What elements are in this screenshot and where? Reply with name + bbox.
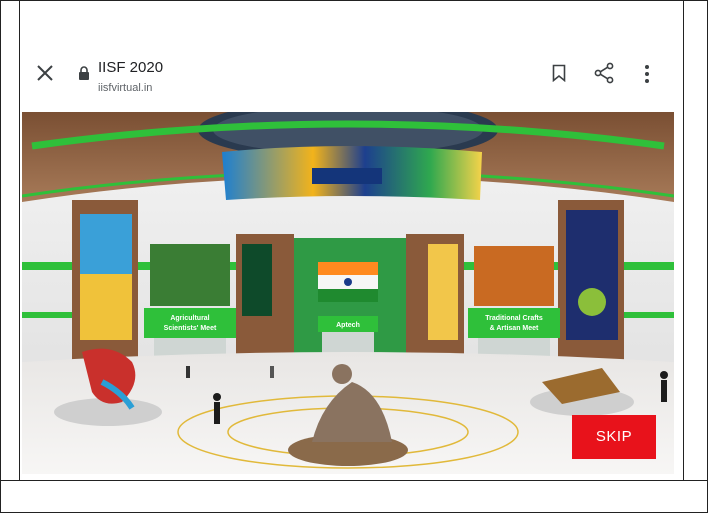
- booth-label-1b: Scientists' Meet: [164, 325, 217, 332]
- frame-divider-right: [683, 0, 684, 480]
- skip-button[interactable]: SKIP: [572, 415, 656, 459]
- browser-window: IISF 2020 iisfvirtual.in Agricultural Sc…: [20, 42, 683, 480]
- bookmark-icon[interactable]: [552, 64, 566, 82]
- page-title: IISF 2020: [98, 59, 164, 76]
- more-vert-icon[interactable]: [644, 64, 650, 84]
- close-icon[interactable]: [36, 64, 54, 82]
- page-url[interactable]: iisfvirtual.in: [98, 82, 152, 94]
- lock-icon: [79, 66, 89, 80]
- booth-label-2: Aptech: [336, 322, 360, 329]
- share-icon[interactable]: [594, 62, 614, 84]
- booth-label-3: Traditional Crafts: [485, 315, 543, 322]
- booth-label-3b: & Artisan Meet: [490, 325, 539, 332]
- frame-divider: [0, 480, 708, 481]
- booth-label-1: Agricultural: [170, 315, 209, 322]
- browser-toolbar: IISF 2020 iisfvirtual.in: [20, 42, 683, 110]
